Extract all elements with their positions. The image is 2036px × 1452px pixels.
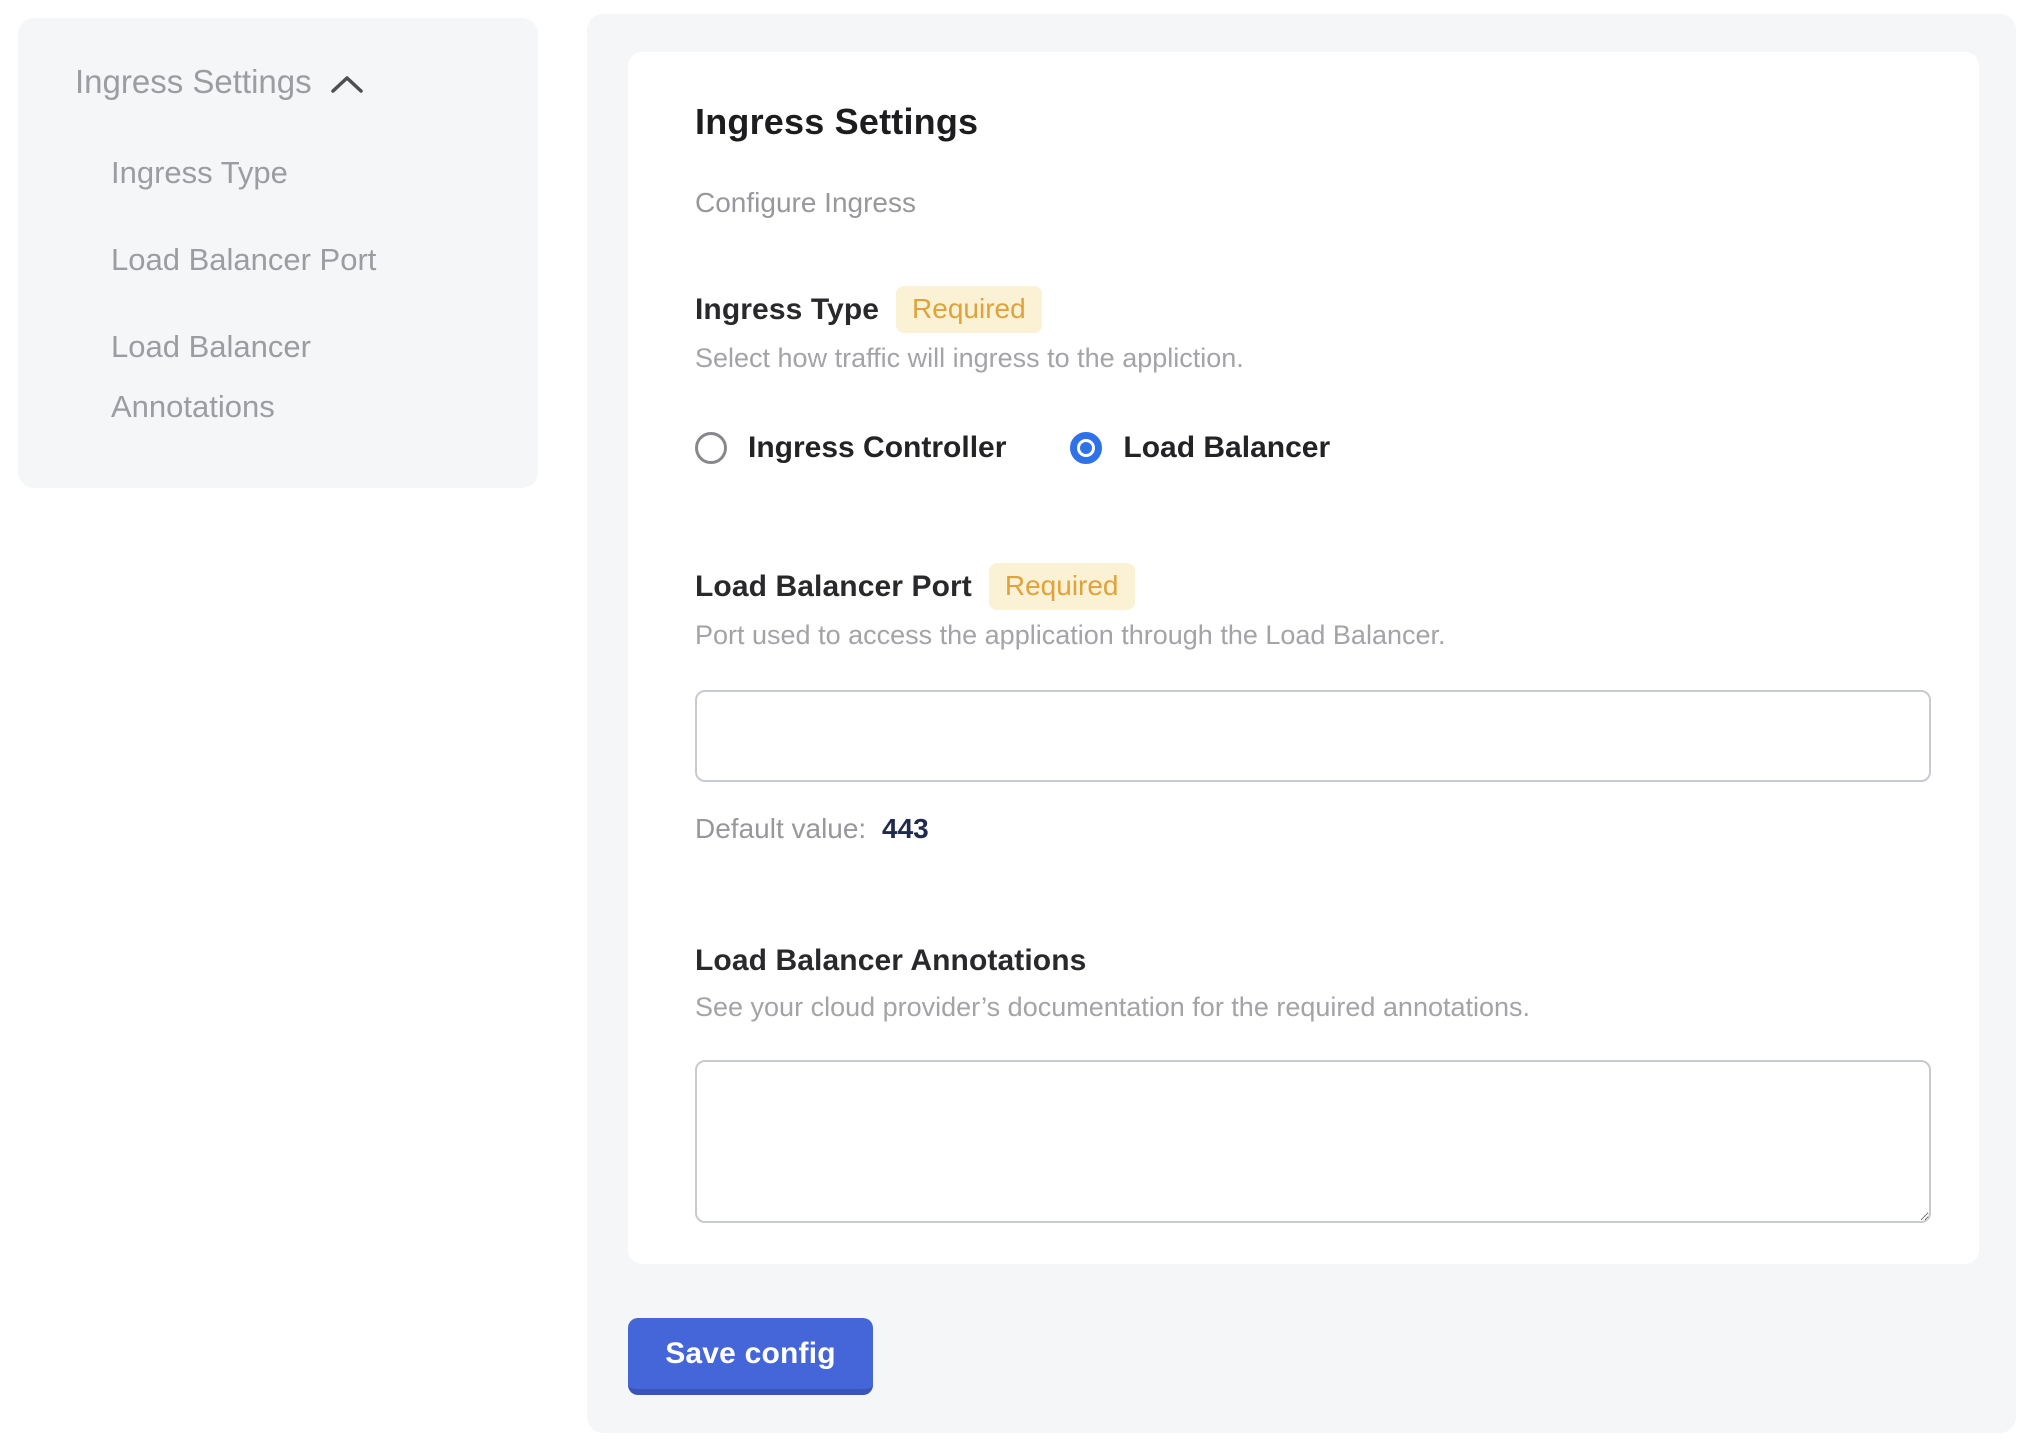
- radio-checked-icon: [1070, 432, 1102, 464]
- required-badge: Required: [896, 286, 1042, 333]
- chevron-up-icon: [330, 74, 364, 95]
- settings-nav-sidebar: Ingress Settings Ingress Type Load Balan…: [18, 18, 538, 488]
- page: Ingress Settings Ingress Type Load Balan…: [0, 0, 2036, 1452]
- sidebar-item-ingress-type[interactable]: Ingress Type: [111, 143, 418, 203]
- field-label: Ingress Type: [695, 289, 879, 331]
- load-balancer-port-input[interactable]: [695, 690, 1931, 782]
- field-description: Select how traffic will ingress to the a…: [695, 341, 1931, 375]
- field-ingress-type: Ingress Type Required Select how traffic…: [695, 286, 1931, 465]
- field-load-balancer-annotations-head: Load Balancer Annotations: [695, 940, 1931, 982]
- field-load-balancer-port-head: Load Balancer Port Required: [695, 563, 1931, 610]
- radio-label: Ingress Controller: [748, 431, 1006, 465]
- sidebar-item-list: Ingress Type Load Balancer Port Load Bal…: [75, 143, 478, 437]
- load-balancer-annotations-textarea[interactable]: [695, 1060, 1931, 1223]
- sidebar-section-toggle[interactable]: Ingress Settings: [75, 60, 478, 104]
- page-title: Ingress Settings: [695, 100, 1939, 144]
- field-label: Load Balancer Port: [695, 566, 972, 608]
- ingress-settings-card: Ingress Settings Configure Ingress Ingre…: [628, 52, 1979, 1264]
- sidebar-item-load-balancer-annotations[interactable]: Load Balancer Annotations: [111, 317, 418, 437]
- field-ingress-type-head: Ingress Type Required: [695, 286, 1931, 333]
- radio-option-load-balancer[interactable]: Load Balancer: [1070, 431, 1330, 465]
- radio-unchecked-icon: [695, 432, 727, 464]
- field-description: Port used to access the application thro…: [695, 618, 1931, 652]
- radio-option-ingress-controller[interactable]: Ingress Controller: [695, 431, 1006, 465]
- field-description: See your cloud provider’s documentation …: [695, 990, 1931, 1024]
- sidebar-section-title: Ingress Settings: [75, 60, 312, 104]
- field-label: Load Balancer Annotations: [695, 940, 1086, 982]
- field-load-balancer-port: Load Balancer Port Required Port used to…: [695, 563, 1931, 846]
- default-value-label: Default value:: [695, 813, 866, 844]
- default-value-row: Default value: 443: [695, 812, 1931, 846]
- sidebar-item-load-balancer-port[interactable]: Load Balancer Port: [111, 230, 418, 290]
- required-badge: Required: [989, 563, 1135, 610]
- field-load-balancer-annotations: Load Balancer Annotations See your cloud…: [695, 940, 1931, 1223]
- form-fields: Ingress Type Required Select how traffic…: [695, 286, 1931, 1223]
- default-value: 443: [882, 813, 929, 844]
- ingress-type-radio-group: Ingress Controller Load Balancer: [695, 431, 1931, 465]
- save-config-button[interactable]: Save config: [628, 1318, 873, 1395]
- radio-label: Load Balancer: [1123, 431, 1330, 465]
- page-subtitle: Configure Ingress: [695, 186, 1939, 220]
- settings-panel: Ingress Settings Configure Ingress Ingre…: [587, 14, 2016, 1433]
